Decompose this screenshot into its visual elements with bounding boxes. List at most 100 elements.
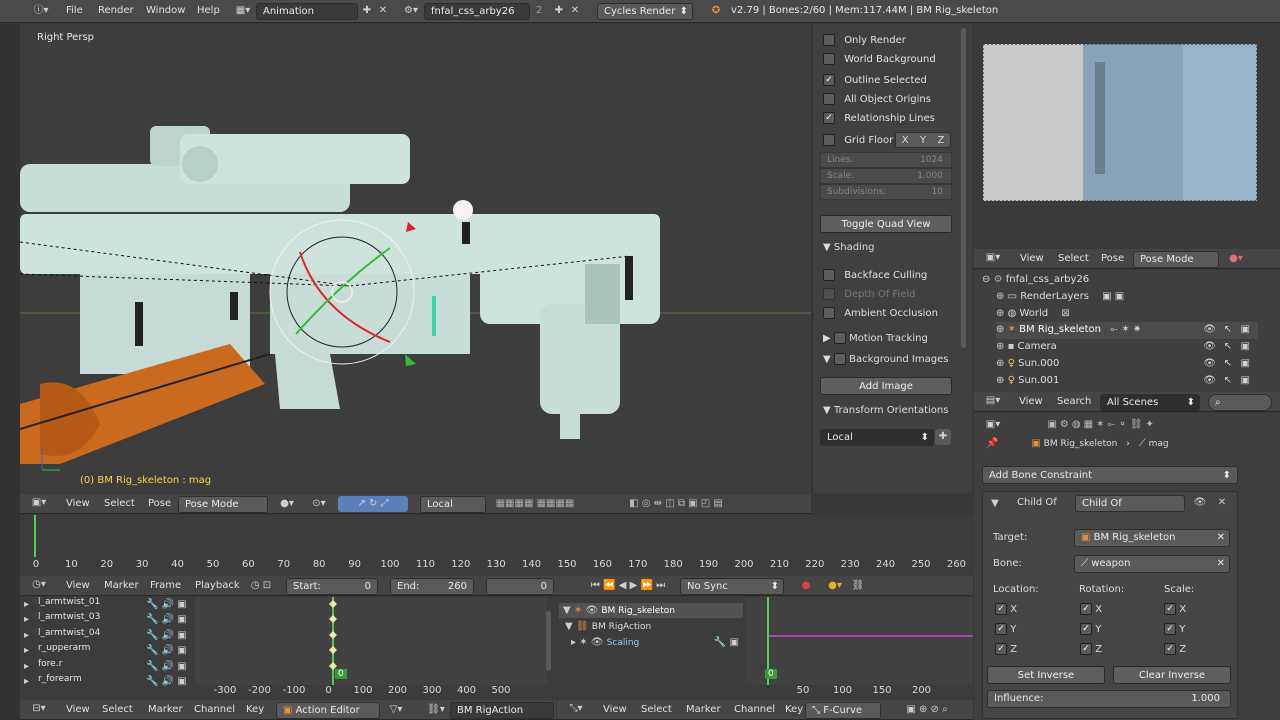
start-frame-field[interactable]: Start: 0 [286, 578, 378, 595]
grid-axis-z[interactable]: Z [937, 133, 944, 147]
panel-scrollbar[interactable] [961, 28, 966, 348]
keying-set-icon[interactable]: ●▾ [820, 578, 850, 594]
channel-icons[interactable]: 🔧 🔊 ▣ [146, 597, 187, 613]
timeline-menu-frame[interactable]: Frame [150, 580, 181, 591]
location-x[interactable]: ✓ X [995, 603, 1017, 615]
outliner-menu-view[interactable]: View [1019, 396, 1043, 407]
graph-menu-marker[interactable]: Marker [686, 704, 721, 715]
checkbox[interactable] [833, 353, 846, 365]
target-field[interactable]: ▣ BM Rig_skeleton ✕ [1074, 529, 1230, 547]
channel-icons[interactable]: 🔧 🔊 ▣ [146, 659, 187, 675]
expand-icon[interactable]: ▸ [24, 612, 29, 628]
dopesheet-menu-key[interactable]: Key [246, 704, 264, 715]
outliner-item[interactable]: ⊕ ♀ Sun.001 👁 ↖ ▣ [996, 373, 1258, 390]
checkbox-checked[interactable]: ✓ [995, 643, 1007, 655]
opt-only-render[interactable]: Only Render [823, 34, 906, 46]
grid-subdivisions-field[interactable]: Subdivisions: 10 [820, 184, 952, 200]
expand-icon[interactable]: ⊕ [996, 373, 1004, 389]
add-bone-constraint-select[interactable]: Add Bone Constraint ⬍ [982, 466, 1238, 484]
expand-icon[interactable]: ▸ [24, 674, 29, 690]
visibility-icon[interactable]: 👁 [1203, 373, 1216, 389]
checkbox-checked[interactable]: ✓ [995, 603, 1007, 615]
graph-channel-action[interactable]: ▼ ⛓ BM RigAction [565, 619, 743, 634]
channel-row[interactable]: ▸ r_upperarm 🔧 🔊 ▣ [20, 643, 192, 658]
graph-channel-group[interactable]: ▸ ✶ 👁 Scaling 🔧 ▣ [571, 635, 743, 650]
clear-bone-icon[interactable]: ✕ [1217, 556, 1225, 572]
expand-icon[interactable]: ▸ [24, 643, 29, 659]
render-icon[interactable]: ▣ [1241, 373, 1250, 389]
viewport-3d[interactable]: Right Persp (0) BM Rig_skeleton: mag [20, 24, 811, 493]
sync-select[interactable]: No Sync ⬍ [680, 578, 784, 595]
manipulator-icon[interactable]: ↗ ↻ ⤢ [338, 496, 408, 512]
expand-icon[interactable]: ▸ [24, 597, 29, 613]
checkbox[interactable] [823, 307, 835, 319]
expand-icon[interactable]: ▼ [563, 603, 571, 619]
outliner-item[interactable]: ⊖ ⚙ fnfal_css_arby26 [982, 272, 1252, 289]
visibility-icon[interactable]: 👁 [1203, 322, 1216, 338]
editor-type-icon[interactable]: ▣▾ [982, 250, 1004, 266]
viewport-tools-icon[interactable]: ◧ ◎ ⇹ ◫ ⧉ ▣ ◰ ▤ [586, 496, 766, 512]
grid-axis-x[interactable]: X [902, 133, 909, 147]
preview-menu-pose[interactable]: Pose [1101, 253, 1124, 264]
opt-grid-floor[interactable]: Grid Floor [823, 134, 893, 146]
end-frame-field[interactable]: End: 260 [390, 578, 474, 595]
dopesheet-mode-select[interactable]: ▣ Action Editor [276, 702, 380, 719]
visibility-icon[interactable]: 👁 [1203, 339, 1216, 355]
add-orientation-icon[interactable]: ✚ [935, 429, 951, 445]
outliner-item[interactable]: ⊕ ▪ Camera 👁 ↖ ▣ [996, 339, 1258, 356]
editor-type-icon[interactable]: ▣▾ [28, 495, 50, 511]
channel-row[interactable]: ▸ r_forearm 🔧 🔊 ▣ [20, 674, 192, 689]
preview-menu-view[interactable]: View [1020, 253, 1044, 264]
expand-icon[interactable]: ⊖ [982, 272, 990, 288]
action-browse-icon[interactable]: ⛓▾ [426, 702, 446, 718]
clear-target-icon[interactable]: ✕ [1217, 530, 1225, 546]
renderlayer-toggle-icon[interactable]: ▣ ▣ [1102, 289, 1124, 305]
dopesheet-scrollbar[interactable] [546, 611, 551, 671]
opt-backface-culling[interactable]: Backface Culling [823, 269, 927, 281]
editor-type-icon[interactable]: ▤▾ [982, 393, 1004, 409]
menu-render[interactable]: Render [98, 5, 134, 16]
screen-layout-icon[interactable]: ▦▾ [232, 3, 254, 19]
current-frame-line[interactable] [34, 515, 36, 557]
dopesheet-menu-channel[interactable]: Channel [194, 704, 235, 715]
collapse-icon[interactable]: ▼ [989, 496, 1001, 512]
expand-icon[interactable]: ⊕ [996, 356, 1004, 372]
property-context-icons[interactable]: ▣⚙◍▦✶⟜⚬⛓✦ [1007, 417, 1197, 433]
checkbox-checked[interactable]: ✓ [1164, 623, 1176, 635]
screen-layout-field[interactable]: Animation [256, 3, 358, 20]
render-icon[interactable]: ▣ [1241, 339, 1250, 355]
expand-icon[interactable]: ⊕ [996, 306, 1004, 322]
select-icon[interactable]: ↖ [1224, 322, 1232, 338]
timeline-menu-view[interactable]: View [66, 580, 90, 591]
channel-icons[interactable]: 🔧 🔊 ▣ [146, 612, 187, 628]
render-engine-select[interactable]: Cycles Render ⬍ [597, 3, 693, 20]
current-frame-field[interactable]: 0 [486, 578, 554, 595]
transform-orientations-panel-header[interactable]: ▼ Transform Orientations [823, 405, 948, 416]
graph-menu-select[interactable]: Select [641, 704, 672, 715]
scale-y[interactable]: ✓ Y [1164, 623, 1185, 635]
blender-info-icon[interactable]: ⓘ▾ [30, 3, 52, 19]
dopesheet-menu-select[interactable]: Select [102, 704, 133, 715]
editor-type-icon[interactable]: ◷▾ [28, 577, 50, 593]
opt-all-origins[interactable]: All Object Origins [823, 93, 931, 105]
outliner-search-input[interactable]: ⌕ [1208, 394, 1272, 411]
checkbox[interactable] [823, 34, 835, 46]
rotation-y[interactable]: ✓ Y [1080, 623, 1101, 635]
influence-slider[interactable]: Influence: 1.000 [987, 690, 1231, 708]
channel-row[interactable]: ▸ l_armtwist_04 🔧 🔊 ▣ [20, 628, 192, 643]
checkbox-checked[interactable]: ✓ [1080, 603, 1092, 615]
checkbox-checked[interactable]: ✓ [1164, 643, 1176, 655]
opt-ambient-occlusion[interactable]: Ambient Occlusion [823, 307, 938, 319]
record-icon[interactable]: ● [798, 578, 814, 594]
orientation-dropdown[interactable]: Local ⬍ [820, 429, 934, 446]
timeline-menu-marker[interactable]: Marker [104, 580, 139, 591]
toggle-quad-view-button[interactable]: Toggle Quad View [820, 215, 952, 233]
shading-icon[interactable]: ●▾ [276, 496, 298, 512]
shading-panel-header[interactable]: ▼ Shading [823, 242, 875, 253]
checkbox[interactable] [823, 93, 835, 105]
preview-mode-select[interactable]: Pose Mode [1133, 251, 1219, 268]
fcurve-line[interactable] [769, 635, 973, 637]
playback-controls-icon[interactable]: ⏮ ⏪ ◀ ▶ ⏩ ⏭ [580, 578, 676, 594]
scale-z[interactable]: ✓ Z [1164, 643, 1186, 655]
dopesheet[interactable]: ▸ l_armtwist_01 🔧 🔊 ▣ ▸ l_armtwist_03 🔧 🔊 ▣ … [20, 597, 556, 699]
